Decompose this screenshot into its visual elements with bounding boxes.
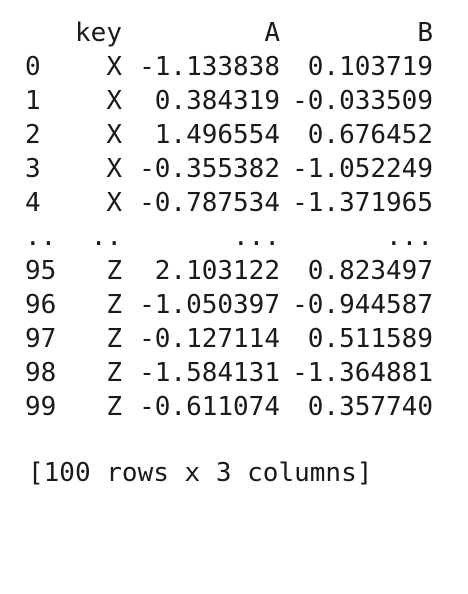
row-key: .. xyxy=(90,222,122,252)
row-a: -1.050397 xyxy=(139,290,280,320)
table-row: 96 Z -1.050397 -0.944587 xyxy=(0,288,468,322)
row-key: Z xyxy=(106,324,122,354)
row-key: Z xyxy=(106,290,122,320)
table-row: 98 Z -1.584131 -1.364881 xyxy=(0,356,468,390)
row-index: 98 xyxy=(25,358,57,388)
row-b: -0.944587 xyxy=(292,290,433,320)
table-row: 1 X 0.384319 -0.033509 xyxy=(0,84,468,118)
header-key: key xyxy=(75,18,122,48)
row-b: -1.371965 xyxy=(292,188,433,218)
table-row: 99 Z -0.611074 0.357740 xyxy=(0,390,468,424)
table-row: 0 X -1.133838 0.103719 xyxy=(0,50,468,84)
row-index: 99 xyxy=(25,392,57,422)
row-index: 96 xyxy=(25,290,57,320)
row-a: -0.355382 xyxy=(139,154,280,184)
row-b: 0.823497 xyxy=(307,256,433,286)
row-b: 0.676452 xyxy=(307,120,433,150)
row-key: X xyxy=(106,120,122,150)
row-a: -0.787534 xyxy=(139,188,280,218)
row-b: ... xyxy=(386,222,433,252)
table-row-ellipsis: .. .. ... ... xyxy=(0,220,468,254)
dataframe-output: key A B 0 X -1.133838 0.103719 1 X 0.384… xyxy=(0,0,468,500)
row-index: 2 xyxy=(25,120,41,150)
row-b: -0.033509 xyxy=(292,86,433,116)
table-row: 3 X -0.355382 -1.052249 xyxy=(0,152,468,186)
row-index: 95 xyxy=(25,256,57,286)
table-footer-summary: [100 rows x 3 columns] xyxy=(28,458,373,488)
row-key: Z xyxy=(106,392,122,422)
row-index: 3 xyxy=(25,154,41,184)
row-a: 0.384319 xyxy=(154,86,280,116)
row-a: 2.103122 xyxy=(154,256,280,286)
row-index: 97 xyxy=(25,324,57,354)
header-a: A xyxy=(264,18,280,48)
row-b: 0.357740 xyxy=(307,392,433,422)
row-key: X xyxy=(106,52,122,82)
table-row: 2 X 1.496554 0.676452 xyxy=(0,118,468,152)
header-index xyxy=(25,16,75,50)
row-b: -1.364881 xyxy=(292,358,433,388)
row-index: .. xyxy=(25,222,57,252)
table-header: key A B xyxy=(0,16,468,50)
row-index: 1 xyxy=(25,86,41,116)
row-a: -0.127114 xyxy=(139,324,280,354)
row-a: 1.496554 xyxy=(154,120,280,150)
row-b: 0.511589 xyxy=(307,324,433,354)
table-row: 97 Z -0.127114 0.511589 xyxy=(0,322,468,356)
row-a: -1.584131 xyxy=(139,358,280,388)
row-b: 0.103719 xyxy=(307,52,433,82)
header-b: B xyxy=(417,18,433,48)
row-key: Z xyxy=(106,358,122,388)
row-b: -1.052249 xyxy=(292,154,433,184)
row-a: ... xyxy=(233,222,280,252)
row-key: X xyxy=(106,188,122,218)
row-a: -0.611074 xyxy=(139,392,280,422)
row-index: 4 xyxy=(25,188,41,218)
row-a: -1.133838 xyxy=(139,52,280,82)
row-key: X xyxy=(106,86,122,116)
row-key: Z xyxy=(106,256,122,286)
table-row: 4 X -0.787534 -1.371965 xyxy=(0,186,468,220)
table-row: 95 Z 2.103122 0.823497 xyxy=(0,254,468,288)
row-index: 0 xyxy=(25,52,41,82)
row-key: X xyxy=(106,154,122,184)
